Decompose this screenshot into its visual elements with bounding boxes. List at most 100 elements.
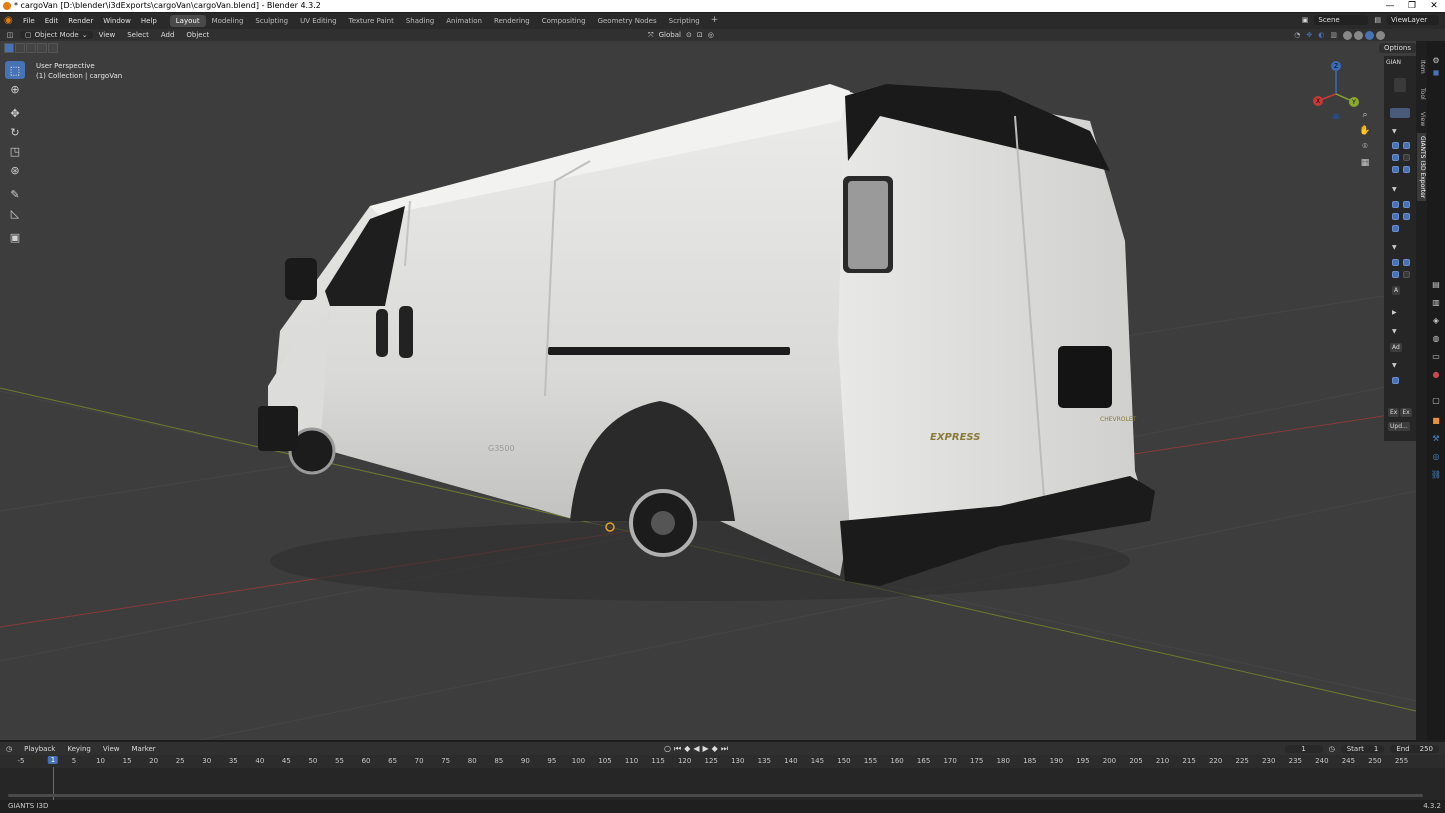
rotate-tool-icon[interactable]: ↻ [5,123,25,141]
solid-shading-button[interactable] [1354,30,1363,40]
select-extend-button[interactable] [15,43,25,53]
maximize-button[interactable]: ❐ [1401,0,1423,12]
checkbox[interactable] [1392,259,1399,266]
tab-shading[interactable]: Shading [400,15,440,27]
tab-view[interactable]: View [1417,109,1426,129]
viewlayer-icon[interactable]: ▤ [1374,16,1381,24]
render-props-icon[interactable]: ◼ [1431,67,1441,77]
close-button[interactable]: ✕ [1423,0,1445,12]
tab-texture-paint[interactable]: Texture Paint [343,15,400,27]
scene-props-icon[interactable]: ◈ [1431,315,1441,325]
jump-start-icon[interactable]: ⏮ [674,744,681,754]
checkbox[interactable] [1403,271,1410,278]
record-icon[interactable]: ○ [664,744,671,754]
timeline-editor-icon[interactable]: ◷ [0,745,18,753]
select-subtract-button[interactable] [26,43,36,53]
timeline-ruler[interactable]: -5 1 5 10 15 20 25 30 35 40 45 50 55 60 65 70 75 80 85 90 95… [0,755,1445,768]
mode-dropdown[interactable]: ▢ Object Mode ⌄ [20,31,93,39]
add-cube-tool-icon[interactable]: ▣ [5,228,25,246]
tab-rendering[interactable]: Rendering [488,15,536,27]
play-reverse-icon[interactable]: ◀ [693,744,699,754]
grid-perspective-icon[interactable]: ▦ [1358,156,1372,170]
select-new-button[interactable] [4,43,14,53]
output-props-icon[interactable]: ▤ [1431,279,1441,289]
update-button[interactable]: Upd... [1388,422,1410,431]
tab-sculpting[interactable]: Sculpting [249,15,294,27]
world-red-icon[interactable]: ● [1431,369,1441,379]
tab-animation[interactable]: Animation [440,15,488,27]
menu-keying[interactable]: Keying [61,745,97,753]
editor-type-icon[interactable]: ◫ [0,31,20,39]
collapse-arrow-icon[interactable]: ▼ [1392,128,1397,135]
collapse-arrow-icon[interactable]: ▼ [1392,328,1397,335]
prev-keyframe-icon[interactable]: ◆ [684,744,690,754]
panel-header[interactable]: GIAN [1386,59,1401,66]
menu-object[interactable]: Object [180,31,215,39]
a-dropdown[interactable]: A [1392,286,1401,295]
menu-playback[interactable]: Playback [18,745,61,753]
next-keyframe-icon[interactable]: ◆ [712,744,718,754]
annotate-tool-icon[interactable]: ✎ [5,185,25,203]
checkbox[interactable] [1403,201,1410,208]
camera-icon[interactable]: ⌾ [1358,140,1372,154]
measure-tool-icon[interactable]: ◺ [5,204,25,222]
visibility-icon[interactable]: ◔ [1294,31,1300,39]
object-props-icon[interactable]: ▢ [1431,395,1441,405]
panel-color-swatch[interactable] [1390,108,1410,118]
clock-icon[interactable]: ◷ [1329,745,1335,753]
menu-select[interactable]: Select [121,31,155,39]
rendered-shading-button[interactable] [1376,30,1385,40]
pan-hand-icon[interactable]: ✋ [1358,124,1372,138]
proportional-edit-icon[interactable]: ◎ [708,31,714,39]
play-icon[interactable]: ▶ [703,744,709,754]
collapse-arrow-icon[interactable]: ▼ [1392,362,1397,369]
collapse-arrow-icon[interactable]: ▼ [1392,186,1397,193]
tab-scripting[interactable]: Scripting [663,15,706,27]
timeline-scrollbar[interactable] [8,794,1423,797]
checkbox[interactable] [1392,271,1399,278]
menu-help[interactable]: Help [136,17,162,25]
collection-props-icon[interactable]: ▭ [1431,351,1441,361]
navigation-gizmo[interactable]: Z Y X [1306,59,1366,119]
jump-end-icon[interactable]: ⏭ [721,744,728,754]
scene-field[interactable]: Scene [1314,15,1369,25]
transform-orientation-dropdown[interactable]: Global [659,31,681,39]
menu-view[interactable]: View [93,31,122,39]
select-box-tool-icon[interactable]: ⬚ [5,61,25,79]
blender-logo-icon[interactable]: ◉ [4,16,14,26]
scene-icon[interactable]: ▣ [1302,16,1309,24]
3d-viewport[interactable]: G3500 EXPRESS CHEVROLET User Perspective… [0,41,1416,740]
end-frame-field[interactable]: End 250 [1390,744,1439,753]
checkbox[interactable] [1392,154,1399,161]
scale-tool-icon[interactable]: ◳ [5,142,25,160]
tab-compositing[interactable]: Compositing [536,15,592,27]
checkbox[interactable] [1392,142,1399,149]
physics-props-icon[interactable]: ◎ [1431,451,1441,461]
menu-window[interactable]: Window [98,17,136,25]
expand-arrow-icon[interactable]: ▶ [1392,309,1397,316]
transform-tool-icon[interactable]: ⊛ [5,161,25,179]
modifier-props-icon[interactable]: ⚒ [1431,433,1441,443]
timeline-area[interactable]: -5 1 5 10 15 20 25 30 35 40 45 50 55 60 65 70 75 80 85 90 95… [0,755,1445,800]
cursor-tool-icon[interactable]: ⊕ [5,80,25,98]
tab-modeling[interactable]: Modeling [206,15,250,27]
move-tool-icon[interactable]: ✥ [5,104,25,122]
export-button-1[interactable]: Ex [1388,408,1400,417]
checkbox[interactable] [1392,166,1399,173]
menu-marker[interactable]: Marker [125,745,161,753]
wireframe-shading-button[interactable] [1343,30,1352,40]
menu-render[interactable]: Render [63,17,98,25]
tab-uv-editing[interactable]: UV Editing [294,15,343,27]
material-shading-button[interactable] [1365,30,1374,40]
minimize-button[interactable]: — [1379,0,1401,12]
select-invert-button[interactable] [37,43,47,53]
add-button[interactable]: Ad [1390,343,1402,352]
checkbox[interactable] [1403,259,1410,266]
checkbox[interactable] [1392,377,1399,384]
checkbox[interactable] [1392,225,1399,232]
object-orange-icon[interactable]: ■ [1431,415,1441,425]
tab-giants-exporter[interactable]: GIANTS I3D Exporter [1417,133,1426,202]
options-dropdown[interactable]: Options [1378,43,1416,53]
start-frame-field[interactable]: Start 1 [1340,744,1385,753]
xray-icon[interactable]: ▥ [1330,31,1337,39]
